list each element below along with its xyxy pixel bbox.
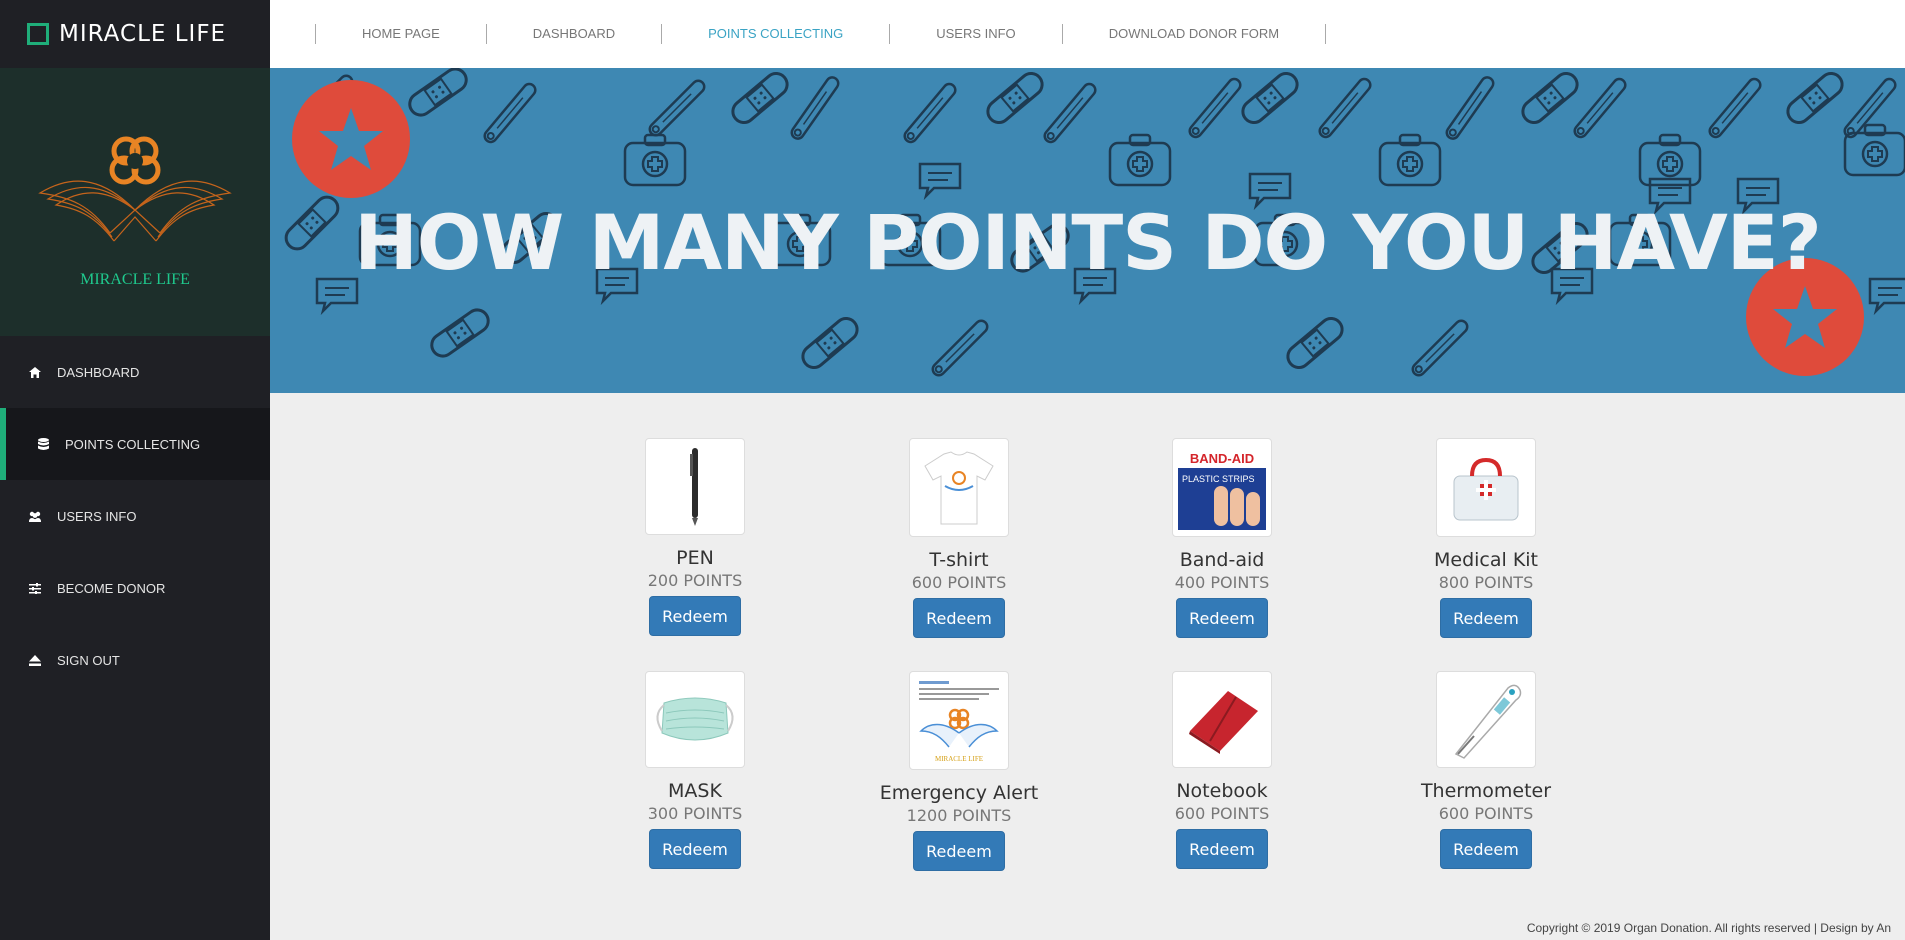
sidebar-item-label: BECOME DONOR — [57, 580, 166, 596]
home-icon — [28, 365, 42, 379]
redeem-button[interactable]: Redeem — [913, 831, 1005, 871]
product-card-pen: PEN 200 POINTS Redeem — [610, 438, 780, 636]
thermometer-image — [1436, 671, 1536, 768]
product-name: PEN — [676, 547, 714, 569]
clover-wings-logo — [38, 136, 232, 242]
hero-banner: HOW MANY POINTS DO YOU HAVE? — [270, 68, 1905, 393]
footer-copyright: Copyright © 2019 Organ Donation. All rig… — [1526, 921, 1891, 935]
emergency-card-caption: MIRACLE LIFE — [935, 755, 983, 763]
redeem-button[interactable]: Redeem — [1176, 598, 1268, 638]
sidebar-item-points-collecting[interactable]: POINTS COLLECTING — [0, 408, 270, 480]
logo-caption: MIRACLE LIFE — [80, 271, 190, 288]
product-card-mask: MASK 300 POINTS Redeem — [610, 671, 780, 869]
bandaid-box-brand: BAND-AID — [1190, 451, 1254, 466]
product-name: Notebook — [1176, 780, 1268, 802]
star-badge-icon — [292, 80, 410, 198]
nav-users-info[interactable]: USERS INFO — [889, 24, 1061, 44]
redeem-button[interactable]: Redeem — [1176, 829, 1268, 869]
medical-kit-image — [1436, 438, 1536, 537]
top-nav: HOME PAGE DASHBOARD POINTS COLLECTING US… — [270, 0, 1905, 68]
brand[interactable]: MIRACLE LIFE — [0, 0, 270, 68]
emergency-alert-image: MIRACLE LIFE — [909, 671, 1009, 770]
product-card-bandaid: BAND-AID PLASTIC STRIPS Band-aid 400 POI… — [1137, 438, 1307, 638]
product-points: 600 POINTS — [1174, 804, 1270, 823]
sidebar-item-label: POINTS COLLECTING — [65, 436, 201, 452]
sidebar-item-sign-out[interactable]: SIGN OUT — [0, 624, 270, 696]
sidebar-item-label: USERS INFO — [57, 508, 137, 524]
product-name: Medical Kit — [1433, 549, 1539, 571]
nav-download-donor-form[interactable]: DOWNLOAD DONOR FORM — [1061, 24, 1327, 44]
bandaid-image: BAND-AID PLASTIC STRIPS — [1172, 438, 1272, 537]
sidebar-item-become-donor[interactable]: BECOME DONOR — [0, 552, 270, 624]
product-name: Band-aid — [1179, 549, 1265, 571]
product-points: 200 POINTS — [647, 571, 743, 590]
logo-panel: MIRACLE LIFE — [0, 68, 270, 336]
nav-dashboard[interactable]: DASHBOARD — [485, 24, 661, 44]
sidebar-menu: DASHBOARD POINTS COLLECTING USERS INFO B… — [0, 336, 270, 696]
redeem-button[interactable]: Redeem — [913, 598, 1005, 638]
sidebar-item-label: SIGN OUT — [57, 652, 120, 668]
brand-name: MIRACLE LIFE — [59, 21, 227, 47]
sidebar-item-label: DASHBOARD — [57, 364, 140, 380]
product-card-medical-kit: Medical Kit 800 POINTS Redeem — [1401, 438, 1571, 638]
bandaid-box-subtitle: PLASTIC STRIPS — [1182, 474, 1255, 484]
redeem-button[interactable]: Redeem — [1440, 598, 1532, 638]
product-card-thermometer: Thermometer 600 POINTS Redeem — [1401, 671, 1571, 869]
database-icon — [36, 437, 50, 451]
sidebar-item-users-info[interactable]: USERS INFO — [0, 480, 270, 552]
notebook-image — [1172, 671, 1272, 768]
product-points: 1200 POINTS — [906, 806, 1012, 825]
product-points: 600 POINTS — [1438, 804, 1534, 823]
redeem-button[interactable]: Redeem — [649, 829, 741, 869]
product-points: 600 POINTS — [911, 573, 1007, 592]
nav-home-page[interactable]: HOME PAGE — [315, 24, 486, 44]
redeem-button[interactable]: Redeem — [649, 596, 741, 636]
mask-image — [645, 671, 745, 768]
brand-square-icon — [27, 23, 49, 45]
eject-icon — [28, 653, 42, 667]
product-name: Thermometer — [1420, 780, 1552, 802]
users-icon — [28, 509, 42, 523]
product-points: 400 POINTS — [1174, 573, 1270, 592]
product-card-notebook: Notebook 600 POINTS Redeem — [1137, 671, 1307, 869]
redeem-button[interactable]: Redeem — [1440, 829, 1532, 869]
product-name: Emergency Alert — [879, 782, 1039, 804]
sidebar-item-dashboard[interactable]: DASHBOARD — [0, 336, 270, 408]
nav-points-collecting[interactable]: POINTS COLLECTING — [661, 24, 889, 44]
sidebar: MIRACLE LIFE MIRACLE LIFE DASHBOARD POIN… — [0, 0, 270, 940]
product-points: 800 POINTS — [1438, 573, 1534, 592]
product-points: 300 POINTS — [647, 804, 743, 823]
banner-title: HOW MANY POINTS DO YOU HAVE? — [354, 198, 1822, 287]
tshirt-image — [909, 438, 1009, 537]
sliders-icon — [28, 581, 42, 595]
pen-image — [645, 438, 745, 535]
product-name: MASK — [668, 780, 722, 802]
product-name: T-shirt — [929, 549, 989, 571]
product-card-emergency-alert: MIRACLE LIFE Emergency Alert 1200 POINTS… — [874, 671, 1044, 871]
product-card-tshirt: T-shirt 600 POINTS Redeem — [874, 438, 1044, 638]
